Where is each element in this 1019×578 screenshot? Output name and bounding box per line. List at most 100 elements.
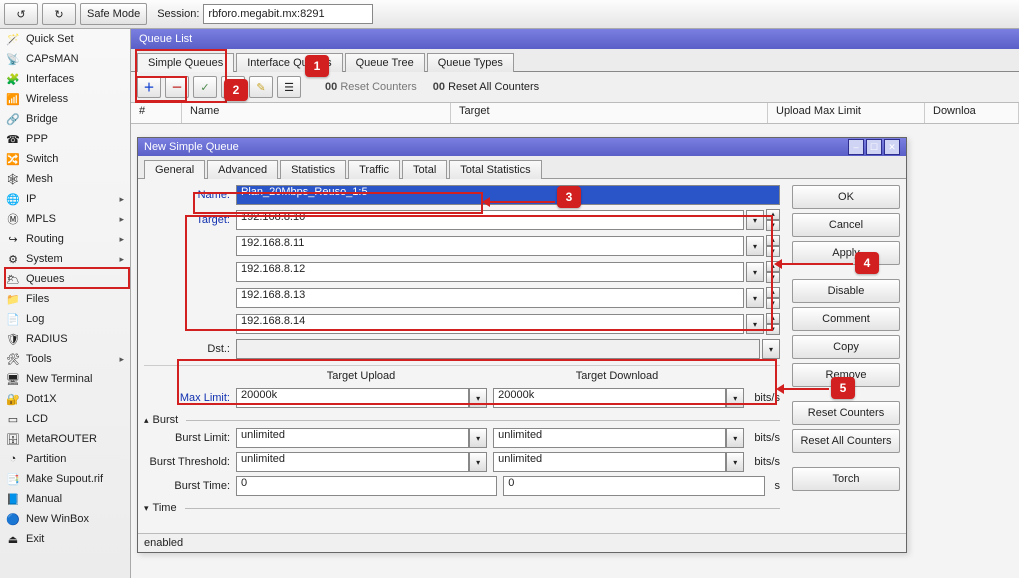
target-input-0[interactable]: 192.168.8.10 bbox=[236, 210, 744, 230]
burst-limit-up-input[interactable]: unlimited bbox=[236, 428, 469, 448]
copy-button[interactable]: Copy bbox=[792, 335, 900, 359]
max-up-dropdown[interactable]: ▾ bbox=[469, 388, 487, 408]
time-section-toggle[interactable]: ▾Time bbox=[144, 500, 780, 516]
sidebar-item-mpls[interactable]: ⓂMPLS▸ bbox=[0, 209, 130, 229]
enable-button[interactable]: ✓ bbox=[193, 76, 217, 98]
disable-button[interactable]: Disable bbox=[792, 279, 900, 303]
target-up-3[interactable]: ▴ bbox=[766, 287, 780, 298]
target-input-1[interactable]: 192.168.8.11 bbox=[236, 236, 744, 256]
sidebar-item-wireless[interactable]: 📶Wireless bbox=[0, 89, 130, 109]
torch-button[interactable]: Torch bbox=[792, 467, 900, 491]
burst-section-toggle[interactable]: ▴Burst bbox=[144, 412, 780, 428]
column-name[interactable]: Name bbox=[182, 103, 451, 123]
tab-queue-tree[interactable]: Queue Tree bbox=[345, 53, 425, 72]
dialog-tab-general[interactable]: General bbox=[144, 160, 205, 179]
column-upload-max-limit[interactable]: Upload Max Limit bbox=[768, 103, 925, 123]
dialog-tab-total-statistics[interactable]: Total Statistics bbox=[449, 160, 541, 179]
target-down-1[interactable]: ▾ bbox=[766, 246, 780, 257]
sidebar-item-new-terminal[interactable]: 🖥New Terminal bbox=[0, 369, 130, 389]
target-dropdown-2[interactable]: ▾ bbox=[746, 262, 764, 282]
sidebar-item-exit[interactable]: ⏏Exit bbox=[0, 529, 130, 549]
sidebar-item-metarouter[interactable]: 🗄MetaROUTER bbox=[0, 429, 130, 449]
sidebar-item-make-supout-rif[interactable]: 📑Make Supout.rif bbox=[0, 469, 130, 489]
dst-dropdown[interactable]: ▾ bbox=[762, 339, 780, 359]
add-button[interactable]: ＋ bbox=[137, 76, 161, 98]
sidebar-item-mesh[interactable]: 🕸Mesh bbox=[0, 169, 130, 189]
target-up-4[interactable]: ▴ bbox=[766, 313, 780, 324]
redo-button[interactable]: ↻ bbox=[42, 3, 76, 25]
ok-button[interactable]: OK bbox=[792, 185, 900, 209]
target-down-2[interactable]: ▾ bbox=[766, 272, 780, 283]
minimize-icon[interactable]: – bbox=[848, 139, 864, 155]
sidebar-item-ip[interactable]: 🌐IP▸ bbox=[0, 189, 130, 209]
remove-button[interactable]: Remove bbox=[792, 363, 900, 387]
safe-mode-button[interactable]: Safe Mode bbox=[80, 3, 147, 25]
dialog-title-bar[interactable]: New Simple Queue – ☐ ✕ bbox=[138, 138, 906, 156]
cancel-button[interactable]: Cancel bbox=[792, 213, 900, 237]
reset-counters-button[interactable]: Reset Counters bbox=[792, 401, 900, 425]
dialog-tab-traffic[interactable]: Traffic bbox=[348, 160, 400, 179]
sidebar-item-queues[interactable]: 🌥Queues bbox=[0, 269, 130, 289]
burst-limit-up-dd[interactable]: ▾ bbox=[469, 428, 487, 448]
dialog-tab-advanced[interactable]: Advanced bbox=[207, 160, 278, 179]
sidebar-item-log[interactable]: 📄Log bbox=[0, 309, 130, 329]
disable-button[interactable]: ✕ bbox=[221, 76, 245, 98]
target-dropdown-3[interactable]: ▾ bbox=[746, 288, 764, 308]
name-input[interactable]: Plan_20Mbps_Reuso_1:5 bbox=[236, 185, 780, 205]
sidebar-item-capsman[interactable]: 📡CAPsMAN bbox=[0, 49, 130, 69]
comment-button[interactable]: Comment bbox=[792, 307, 900, 331]
sidebar-item-bridge[interactable]: 🔗Bridge bbox=[0, 109, 130, 129]
burst-thresh-down-dd[interactable]: ▾ bbox=[726, 452, 744, 472]
target-up-1[interactable]: ▴ bbox=[766, 235, 780, 246]
burst-thresh-up-dd[interactable]: ▾ bbox=[469, 452, 487, 472]
target-dropdown-4[interactable]: ▾ bbox=[746, 314, 764, 334]
burst-time-down-input[interactable]: 0 bbox=[503, 476, 764, 496]
max-down-dropdown[interactable]: ▾ bbox=[726, 388, 744, 408]
sidebar-item-partition[interactable]: ◔Partition bbox=[0, 449, 130, 469]
column-downloa[interactable]: Downloa bbox=[925, 103, 1019, 123]
reset-all-counters-button[interactable]: Reset All Counters bbox=[792, 429, 900, 453]
sidebar-item-interfaces[interactable]: 🧩Interfaces bbox=[0, 69, 130, 89]
target-up-2[interactable]: ▴ bbox=[766, 261, 780, 272]
tab-simple-queues[interactable]: Simple Queues bbox=[137, 53, 234, 72]
sidebar-item-routing[interactable]: ↪Routing▸ bbox=[0, 229, 130, 249]
target-input-2[interactable]: 192.168.8.12 bbox=[236, 262, 744, 282]
burst-limit-down-dd[interactable]: ▾ bbox=[726, 428, 744, 448]
target-dropdown-0[interactable]: ▾ bbox=[746, 210, 764, 230]
burst-thresh-down-input[interactable]: unlimited bbox=[493, 452, 726, 472]
comment-button[interactable]: ✎ bbox=[249, 76, 273, 98]
sidebar-item-manual[interactable]: 📘Manual bbox=[0, 489, 130, 509]
tab-interface-queues[interactable]: Interface Queues bbox=[236, 53, 342, 72]
column-target[interactable]: Target bbox=[451, 103, 768, 123]
maximize-icon[interactable]: ☐ bbox=[866, 139, 882, 155]
sidebar-item-ppp[interactable]: ☎PPP bbox=[0, 129, 130, 149]
sidebar-item-files[interactable]: 📁Files bbox=[0, 289, 130, 309]
burst-limit-down-input[interactable]: unlimited bbox=[493, 428, 726, 448]
burst-time-up-input[interactable]: 0 bbox=[236, 476, 497, 496]
target-input-3[interactable]: 192.168.8.13 bbox=[236, 288, 744, 308]
max-limit-upload-input[interactable]: 20000k bbox=[236, 388, 469, 408]
remove-button[interactable]: － bbox=[165, 76, 189, 98]
sidebar-item-tools[interactable]: 🛠Tools▸ bbox=[0, 349, 130, 369]
apply-button[interactable]: Apply bbox=[792, 241, 900, 265]
close-icon[interactable]: ✕ bbox=[884, 139, 900, 155]
filter-button[interactable]: ☰ bbox=[277, 76, 301, 98]
sidebar-item-radius[interactable]: 🛡RADIUS bbox=[0, 329, 130, 349]
dialog-tab-total[interactable]: Total bbox=[402, 160, 447, 179]
sidebar-item-switch[interactable]: 🔀Switch bbox=[0, 149, 130, 169]
target-up-0[interactable]: ▴ bbox=[766, 209, 780, 220]
target-down-4[interactable]: ▾ bbox=[766, 324, 780, 335]
sidebar-item-new-winbox[interactable]: 🔵New WinBox bbox=[0, 509, 130, 529]
sidebar-item-lcd[interactable]: ▭LCD bbox=[0, 409, 130, 429]
dialog-tab-statistics[interactable]: Statistics bbox=[280, 160, 346, 179]
target-down-0[interactable]: ▾ bbox=[766, 220, 780, 231]
sidebar-item-quick-set[interactable]: 🪄Quick Set bbox=[0, 29, 130, 49]
target-dropdown-1[interactable]: ▾ bbox=[746, 236, 764, 256]
sidebar-item-system[interactable]: ⚙System▸ bbox=[0, 249, 130, 269]
column--[interactable]: # bbox=[131, 103, 182, 123]
target-down-3[interactable]: ▾ bbox=[766, 298, 780, 309]
burst-thresh-up-input[interactable]: unlimited bbox=[236, 452, 469, 472]
sidebar-item-dot1x[interactable]: 🔐Dot1X bbox=[0, 389, 130, 409]
tab-queue-types[interactable]: Queue Types bbox=[427, 53, 514, 72]
target-input-4[interactable]: 192.168.8.14 bbox=[236, 314, 744, 334]
